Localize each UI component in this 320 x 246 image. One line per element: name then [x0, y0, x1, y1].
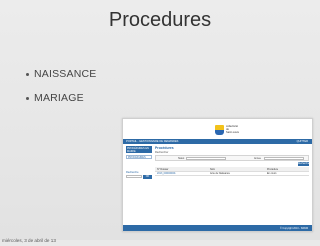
year-field[interactable] [264, 156, 304, 160]
sidebar-search-input[interactable] [126, 175, 142, 178]
app-main: Procédures Rechercher Statut Année Reche… [155, 146, 310, 216]
menu-item-procedures[interactable]: PROCÉDURES [126, 154, 152, 159]
column-header: N° Dossier [157, 167, 169, 171]
results-table: N° Dossier Nom Procédure 2013_000000001 … [155, 167, 309, 176]
filter-label-status: Statut [178, 156, 185, 160]
table-cell: Acte de Naissance [210, 172, 230, 176]
search-button[interactable]: Rechercher [298, 162, 310, 166]
table-cell[interactable]: 2013_000000001 [157, 172, 176, 175]
table-row[interactable]: 2013_000000001 Acte de Naissance En cour… [155, 172, 309, 176]
slide-title: Procedures [108, 9, 212, 31]
bullet-naissance: NAISSANCE [26, 68, 96, 80]
logout-link[interactable]: QUITTER [297, 140, 308, 143]
app-header: collectivité de Saint-Louis [123, 119, 312, 139]
sidebar-search-label: Recherche [126, 171, 139, 174]
coat-of-arms-icon [215, 125, 224, 135]
bullet-mariage: MARIAGE [26, 92, 84, 104]
app-topbar: PORTAIL - GESTIONNAIRE DE DEMANDES QUITT… [123, 139, 312, 144]
bullet-dot-icon [26, 96, 29, 100]
bullet-text: MARIAGE [34, 92, 84, 104]
status-field[interactable] [186, 156, 226, 160]
embedded-app-screenshot: collectivité de Saint-Louis PORTAIL - GE… [122, 118, 313, 232]
filter-bar: Statut Année [155, 154, 309, 161]
copyright-text: © Copyright 2013 - SIPAM [279, 226, 308, 230]
filter-label-year: Année [254, 156, 261, 160]
app-footer-bar: © Copyright 2013 - SIPAM [123, 225, 312, 231]
slide-footer-date: miércoles, 3 de abril de 13 [2, 238, 56, 243]
table-cell: En cours [267, 172, 277, 176]
presentation-slide: Procedures NAISSANCE MARIAGE collectivit… [0, 0, 320, 240]
bullet-dot-icon [26, 72, 29, 76]
app-title: PORTAIL - GESTIONNAIRE DE DEMANDES [126, 139, 179, 143]
column-header: Procédure [267, 167, 279, 171]
sidebar-ok-button[interactable]: OK [143, 174, 152, 179]
page-heading: Procédures [155, 146, 174, 150]
column-header: Nom [210, 167, 216, 171]
bullet-text: NAISSANCE [34, 68, 97, 80]
menu-item-procedures-mairie[interactable]: PROCÉDURES EN MAIRIE [126, 146, 152, 153]
app-logo-text: collectivité de Saint-Louis [226, 125, 239, 134]
